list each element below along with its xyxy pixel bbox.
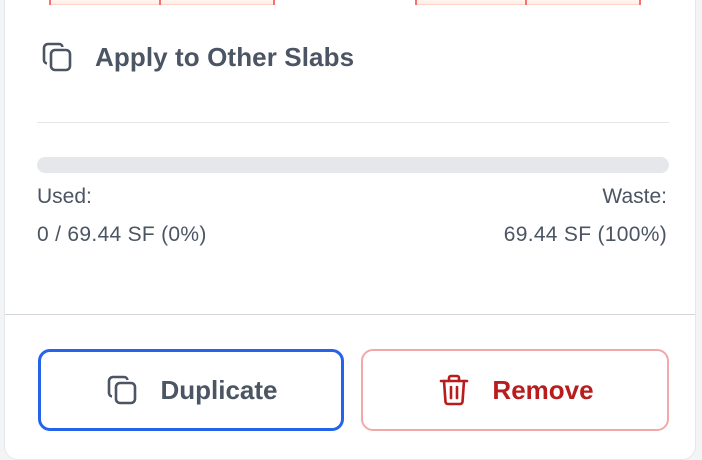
- slab-card: Apply to Other Slabs Used: 0 / 69.44 SF …: [4, 0, 696, 460]
- slab-strip: [415, 0, 641, 5]
- copy-icon: [104, 372, 140, 408]
- apply-to-other-slabs-button[interactable]: Apply to Other Slabs: [39, 37, 354, 77]
- used-label: Used:: [37, 185, 92, 208]
- trash-icon: [436, 372, 472, 408]
- duplicate-button[interactable]: Duplicate: [38, 349, 344, 431]
- apply-label: Apply to Other Slabs: [95, 41, 355, 72]
- waste-value: 69.44 SF (100%): [503, 223, 667, 246]
- copy-icon: [39, 39, 75, 75]
- duplicate-label: Duplicate: [160, 374, 278, 405]
- divider: [5, 314, 695, 315]
- slab-strip: [49, 0, 275, 5]
- slab-preview-strips: [5, 0, 695, 5]
- used-value: 0 / 69.44 SF (0%): [37, 223, 207, 246]
- usage-progress-bar: [37, 157, 669, 173]
- waste-label: Waste:: [602, 185, 667, 208]
- remove-label: Remove: [492, 374, 594, 405]
- remove-button[interactable]: Remove: [361, 349, 669, 431]
- divider: [37, 122, 669, 123]
